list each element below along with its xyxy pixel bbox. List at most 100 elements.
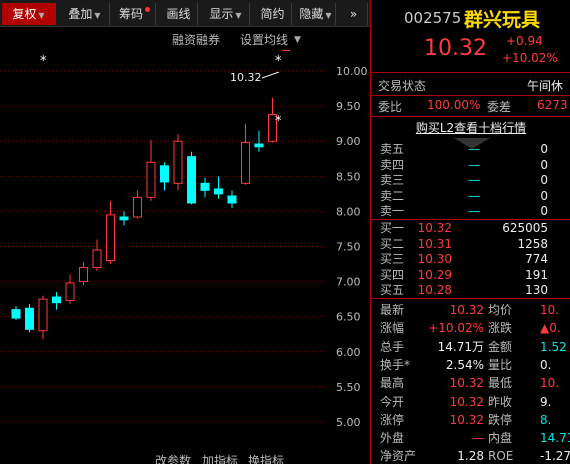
stat-value: 9. xyxy=(540,394,552,409)
candle-body xyxy=(38,298,48,332)
indicator-button-2[interactable]: 换指标 xyxy=(248,452,284,464)
stock-code: 002575 xyxy=(404,9,462,27)
asks-row: 卖五 — 0 xyxy=(372,142,570,157)
stat-value: 10. xyxy=(540,376,560,391)
kline-chart[interactable]: 10.00 9.50 9.00 8.50 8.00 7.50 7.00 6.50 6.00 5.5… xyxy=(0,50,370,450)
y-tick-label: 10.00 xyxy=(336,65,368,78)
chevron-down-icon: ▼ xyxy=(94,11,101,20)
toolbar-button-2[interactable]: 筹码 xyxy=(114,3,156,25)
stats-row: 换手* 2.54% 量比 0. xyxy=(372,356,570,375)
asks-row: 卖三 — 0 xyxy=(372,173,570,188)
candle-body xyxy=(92,249,102,269)
candle-body xyxy=(11,309,21,319)
order-volume: 1258 xyxy=(517,236,548,251)
toolbar-button-1[interactable]: 叠加 ▼ xyxy=(60,3,110,25)
order-level-label: 买三 xyxy=(380,252,405,266)
stat-value: +10.02% xyxy=(428,321,484,336)
stat-label: 涨跌 xyxy=(488,321,513,336)
toolbar-button-label: 叠加 xyxy=(68,7,93,21)
order-volume: 0 xyxy=(540,157,548,172)
asks-row: 卖二 — 0 xyxy=(372,189,570,204)
indicator-button-0[interactable]: 改参数 xyxy=(155,452,191,464)
stat-value: -1.27 xyxy=(540,449,570,464)
bids-row: 买三 10.30 774 xyxy=(372,252,570,267)
order-level-label: 卖一 xyxy=(380,204,405,218)
price-change-pct: +10.02% xyxy=(502,51,558,65)
candle-body xyxy=(160,165,169,183)
margin-trading-link[interactable]: 融资融券 xyxy=(172,31,220,48)
toolbar-button-6[interactable]: 隐藏 ▼ xyxy=(296,3,336,25)
order-level-label: 卖五 xyxy=(380,142,405,156)
stats-row: 外盘 — 内盘 14.71 xyxy=(372,429,570,448)
stat-value: 14.71万 xyxy=(437,339,484,354)
stat-label: ROE xyxy=(488,449,514,464)
toolbar-button-4[interactable]: 显示 ▼ xyxy=(202,3,250,25)
panel-divider xyxy=(370,0,371,464)
order-price: 10.28 xyxy=(417,283,452,297)
candle-body xyxy=(241,142,250,184)
order-ratio-label: 委比 xyxy=(378,100,403,114)
trade-status-label: 交易状态 xyxy=(378,79,427,93)
trade-status-value: 午间休 xyxy=(527,79,564,93)
y-tick-label: 8.00 xyxy=(336,205,361,218)
stats-row: 总手 14.71万 金额 1.52 xyxy=(372,338,570,357)
divider xyxy=(372,116,570,117)
bids-row: 买二 10.31 1258 xyxy=(372,237,570,252)
order-diff-value: 6273 xyxy=(537,98,568,112)
toolbar-button-label: 简约 xyxy=(260,7,285,21)
stock-name: 群兴玩具 xyxy=(464,9,541,31)
stat-label: 跌停 xyxy=(488,412,513,427)
candle-body xyxy=(106,214,115,262)
stat-value: 10.32 xyxy=(449,376,484,391)
stat-label: 金额 xyxy=(488,339,513,354)
candle-body xyxy=(254,143,264,148)
order-price: 10.32 xyxy=(417,221,452,235)
stat-value: 10.32 xyxy=(449,394,484,409)
order-ratio-row: 委比 100.00% 委差 6273 xyxy=(372,97,570,117)
order-volume: 0 xyxy=(540,173,548,187)
bids-row: 买四 10.29 191 xyxy=(372,268,570,283)
high-price-label: 10.32 xyxy=(230,71,262,84)
y-tick-label: 6.00 xyxy=(336,346,361,359)
bids-row: 买五 10.28 130 xyxy=(372,283,570,298)
toolbar-button-3[interactable]: 画线 xyxy=(160,3,198,25)
toolbar-button-0[interactable]: 复权 ▼ xyxy=(2,3,56,25)
chevron-down-icon: ▼ xyxy=(38,11,45,20)
stat-value: 8. xyxy=(540,412,552,427)
chevron-down-icon[interactable]: ▼ xyxy=(294,35,301,45)
chevron-down-icon: ▼ xyxy=(325,11,332,20)
stat-label: 最低 xyxy=(488,376,513,391)
notification-dot-icon xyxy=(145,7,150,12)
stat-label: 最新 xyxy=(380,303,405,317)
stats-row: 今开 10.32 昨收 9. xyxy=(372,393,570,412)
stat-value: 1.28 xyxy=(457,449,484,464)
order-level-label: 买一 xyxy=(380,221,405,235)
toolbar-button-label: 画线 xyxy=(166,7,191,21)
stat-label: 今开 xyxy=(380,394,405,409)
order-price: — xyxy=(468,173,480,187)
toolbar-button-7[interactable]: » xyxy=(340,3,368,25)
stat-value: 10.32 xyxy=(449,303,484,317)
order-volume: 0 xyxy=(540,188,548,203)
candle-body xyxy=(65,282,75,302)
stats-row: 最新 10.32 均价 10. xyxy=(372,301,570,320)
l2-upgrade-link[interactable]: 购买L2查看十档行情 xyxy=(372,119,570,139)
order-ratio-value: 100.00% xyxy=(427,98,481,112)
stat-value: 10. xyxy=(540,303,560,317)
stat-label: 最高 xyxy=(380,376,405,391)
order-price: — xyxy=(468,142,480,156)
y-tick-label: 5.00 xyxy=(336,416,361,429)
order-volume: 0 xyxy=(540,204,548,218)
star-icon: * xyxy=(275,114,282,129)
stat-value: 10.32 xyxy=(449,412,484,427)
toolbar-button-5[interactable]: 简约 xyxy=(254,3,292,25)
l2-upgrade-text: 购买L2查看十档行情 xyxy=(415,121,527,135)
candle-body xyxy=(227,195,237,204)
set-ma-link[interactable]: 设置均线 xyxy=(240,31,288,48)
star-icon: * xyxy=(275,54,282,69)
stat-label: 外盘 xyxy=(380,431,405,446)
order-level-label: 卖三 xyxy=(380,173,405,187)
order-price: 10.31 xyxy=(417,236,452,251)
price-change: +0.94 xyxy=(506,34,543,48)
indicator-button-1[interactable]: 加指标 xyxy=(202,452,238,464)
